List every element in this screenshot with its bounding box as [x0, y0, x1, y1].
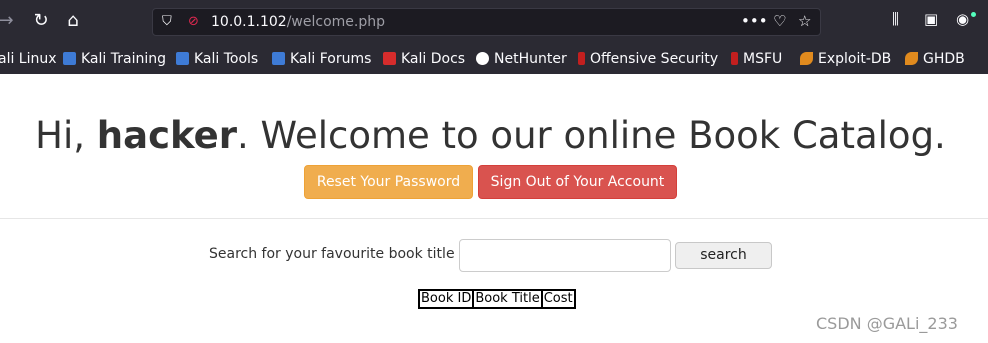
page-content: Hi, hacker. Welcome to our online Book C… — [0, 74, 988, 343]
page-actions-icon[interactable]: ••• — [741, 12, 768, 30]
pocket-icon[interactable]: ♡ — [773, 12, 786, 30]
insecure-lock-icon[interactable]: ⊘ — [188, 14, 199, 29]
search-label: Search for your favourite book title — [209, 246, 455, 262]
nethunter-icon — [476, 52, 489, 65]
table-header-book-id: Book ID — [419, 290, 474, 308]
table-header-cost: Cost — [541, 290, 575, 308]
bookmark-kali-linux[interactable]: ali Linux — [0, 50, 57, 68]
offsec-icon — [578, 52, 585, 65]
account-icon[interactable]: ◉ — [956, 10, 969, 28]
ghdb-icon — [905, 52, 918, 65]
bookmark-kali-tools[interactable]: Kali Tools — [176, 50, 258, 68]
kali-training-icon — [63, 52, 76, 65]
home-icon[interactable]: ⌂ — [61, 9, 85, 33]
bookmark-kali-training[interactable]: Kali Training — [63, 50, 166, 68]
sidebar-icon[interactable]: ▣ — [924, 10, 938, 28]
search-input[interactable] — [459, 239, 671, 272]
kali-tools-icon — [176, 52, 189, 65]
bookmark-kali-docs[interactable]: Kali Docs — [383, 50, 465, 68]
bookmark-ghdb[interactable]: GHDB — [905, 50, 965, 68]
address-bar[interactable]: ⛉ ⊘ 10.0.1.102/welcome.php ••• ♡ ☆ — [152, 8, 821, 36]
url-text[interactable]: 10.0.1.102/welcome.php — [211, 14, 385, 30]
bookmarks-bar: ali Linux Kali Training Kali Tools Kali … — [0, 43, 988, 74]
bookmark-msfu[interactable]: MSFU — [731, 50, 782, 68]
welcome-heading: Hi, hacker. Welcome to our online Book C… — [35, 114, 946, 157]
msfu-icon — [731, 52, 738, 65]
sign-out-button[interactable]: Sign Out of Your Account — [478, 165, 677, 199]
reload-icon[interactable]: ↻ — [29, 9, 53, 33]
username: hacker — [96, 114, 237, 157]
shield-icon[interactable]: ⛉ — [162, 14, 172, 29]
watermark: CSDN @GALi_233 — [816, 314, 958, 333]
forward-icon[interactable]: → — [0, 9, 18, 33]
browser-toolbar: → ↻ ⌂ ⛉ ⊘ 10.0.1.102/welcome.php ••• ♡ ☆… — [0, 0, 988, 43]
books-table: Book ID Book Title Cost — [418, 289, 576, 309]
bookmark-exploit-db[interactable]: Exploit-DB — [800, 50, 891, 68]
reset-password-button[interactable]: Reset Your Password — [304, 165, 473, 199]
kali-docs-icon — [383, 52, 396, 65]
bookmark-offensive-security[interactable]: Offensive Security — [578, 50, 718, 68]
bookmark-star-icon[interactable]: ☆ — [798, 12, 811, 30]
divider — [0, 218, 988, 219]
kali-forums-icon — [272, 52, 285, 65]
bookmark-kali-forums[interactable]: Kali Forums — [272, 50, 371, 68]
search-button[interactable]: search — [675, 242, 772, 269]
sync-badge — [971, 12, 976, 17]
exploitdb-icon — [800, 52, 813, 65]
table-header-book-title: Book Title — [473, 290, 542, 308]
library-icon[interactable]: ⫼ — [892, 10, 899, 28]
bookmark-nethunter[interactable]: NetHunter — [476, 50, 567, 68]
